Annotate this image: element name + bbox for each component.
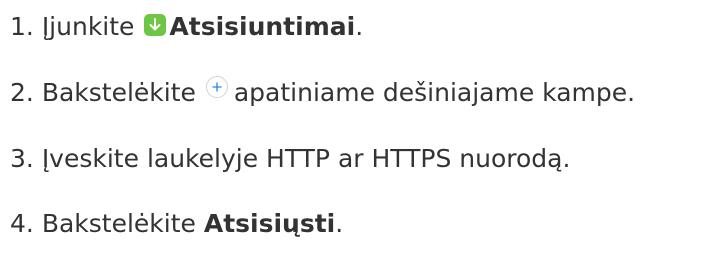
step-text: Bakstelėkite [41,78,196,107]
step-punctuation: . [335,209,344,238]
step-text-after: apatiniame dešiniajame kampe. [233,78,636,107]
step-3: 3. Įveskite laukelyje HTTP ar HTTPS nuor… [10,142,570,176]
step-text: Bakstelėkite [41,209,196,238]
step-number: 4. [10,209,34,238]
step-text: Įjunkite [41,12,135,41]
download-action-label: Atsisiųsti [203,209,336,238]
plus-circle-icon [205,76,228,98]
step-2: 2. Bakstelėkite apatiniame dešiniajame k… [10,76,635,110]
download-icon [144,14,167,36]
downloads-label: Atsisiuntimai [169,12,356,41]
step-1: 1. Įjunkite Atsisiuntimai. [10,10,363,44]
step-number: 3. [10,144,34,173]
step-number: 1. [10,12,34,41]
step-4: 4. Bakstelėkite Atsisiųsti. [10,207,343,241]
step-number: 2. [10,78,34,107]
step-punctuation: . [355,12,364,41]
step-text: Įveskite laukelyje HTTP ar HTTPS nuorodą… [41,144,571,173]
